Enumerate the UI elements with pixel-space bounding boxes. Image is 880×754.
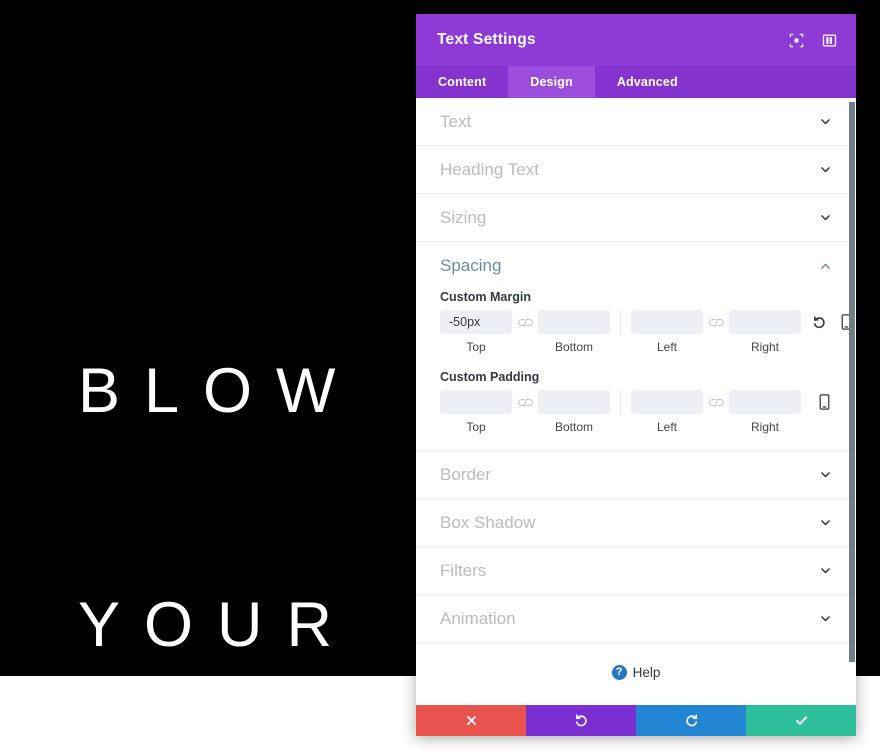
check-icon [795,716,807,725]
page-title: Text Settings [437,31,536,48]
broken-link-icon[interactable] [703,390,729,414]
margin-right-caption: Right [750,340,779,354]
tab-design[interactable]: Design [508,66,595,98]
margin-bottom-caption: Bottom [554,340,593,354]
margin-left-right-pair: Left Right [631,310,801,354]
margin-left-input[interactable] [631,310,703,334]
section-spacing-header[interactable]: Spacing [416,242,856,290]
panel-header: Text Settings [416,14,856,66]
hero-line-1: BLOW [78,356,360,426]
margin-right-input[interactable] [729,310,801,334]
focus-target-icon[interactable] [788,32,805,49]
help-row[interactable]: ? Help [416,643,856,704]
save-button[interactable] [746,705,856,736]
section-text-label: Text [440,111,472,131]
redo-icon [685,714,697,727]
padding-left-input[interactable] [631,390,703,414]
redo-button[interactable] [636,705,746,736]
margin-right-wrap: Right [729,310,801,354]
broken-link-icon[interactable] [512,310,538,334]
section-sizing[interactable]: Sizing [416,194,856,242]
padding-row-actions [806,390,832,414]
padding-top-input[interactable] [440,390,512,414]
panel-layout-icon[interactable] [821,32,838,49]
responsive-device-icon[interactable] [816,393,832,411]
tab-content[interactable]: Content [416,66,508,98]
help-label[interactable]: Help [633,665,661,680]
section-border-label: Border [440,464,492,484]
custom-padding-group: Custom Padding Top Bottom Left Right [416,370,856,434]
section-spacing-label: Spacing [440,256,502,275]
section-box-shadow[interactable]: Box Shadow [416,499,856,547]
broken-link-icon[interactable] [703,310,729,334]
padding-top-wrap: Top [440,390,512,434]
panel-body: Text Heading Text Sizing Spacing Custom … [416,98,856,705]
padding-left-right-pair: Left Right [631,390,801,434]
margin-bottom-input[interactable] [538,310,610,334]
margin-top-input[interactable]: -50px [440,310,512,334]
section-heading-text-label: Heading Text [440,159,539,179]
padding-left-wrap: Left [631,390,703,434]
cancel-button[interactable] [416,705,526,736]
section-box-shadow-label: Box Shadow [440,512,536,532]
padding-top-caption: Top [466,420,486,434]
margin-top-wrap: -50px Top [440,310,512,354]
text-settings-panel: Text Settings Content Design Advanced Te… [416,14,856,736]
custom-margin-group: 1 Custom Margin -50px Top [416,290,856,354]
field-divider [620,310,621,336]
panel-bottom-filler [416,736,856,754]
margin-top-caption: Top [466,340,486,354]
margin-bottom-wrap: Bottom [538,310,610,354]
chevron-down-icon [818,115,832,129]
section-text[interactable]: Text [416,98,856,146]
margin-left-wrap: Left [631,310,703,354]
section-filters[interactable]: Filters [416,547,856,595]
section-heading-text[interactable]: Heading Text [416,146,856,194]
padding-right-caption: Right [750,420,779,434]
field-divider [620,390,621,416]
custom-margin-row: -50px Top Bottom Left Right [440,310,851,354]
margin-left-caption: Left [656,340,677,354]
undo-button[interactable] [526,705,636,736]
padding-top-bottom-pair: Top Bottom [440,390,610,434]
custom-margin-label: Custom Margin [440,290,531,304]
chevron-down-icon [818,612,832,626]
padding-right-wrap: Right [729,390,801,434]
close-icon [466,716,476,725]
section-spacing: Spacing 1 Custom Margin -50px Top [416,242,856,451]
app-root: BLOW YOUR MIND Text Settings [0,0,880,754]
custom-padding-row: Top Bottom Left Right [440,390,832,434]
question-mark-icon: ? [611,665,627,680]
padding-bottom-input[interactable] [538,390,610,414]
chevron-up-icon [818,259,832,273]
panel-scrollbar-track[interactable] [849,98,856,705]
padding-bottom-caption: Bottom [554,420,593,434]
section-filters-label: Filters [440,560,487,580]
tab-advanced[interactable]: Advanced [595,66,700,98]
panel-scrollbar-thumb[interactable] [849,102,855,662]
section-animation-label: Animation [440,608,516,628]
section-animation[interactable]: Animation [416,595,856,643]
margin-row-actions [801,310,854,334]
reset-icon[interactable] [811,313,827,331]
panel-header-actions [788,32,838,49]
section-sizing-label: Sizing [440,207,487,227]
chevron-down-icon [818,163,832,177]
padding-right-input[interactable] [729,390,801,414]
chevron-down-icon [818,468,832,482]
chevron-down-icon [818,564,832,578]
margin-top-bottom-pair: -50px Top Bottom [440,310,610,354]
padding-bottom-wrap: Bottom [538,390,610,434]
section-border[interactable]: Border [416,451,856,499]
chevron-down-icon [818,211,832,225]
custom-padding-label: Custom Padding [440,370,540,384]
hero-line-2: YOUR [78,590,357,660]
broken-link-icon[interactable] [512,390,538,414]
chevron-down-icon [818,516,832,530]
undo-icon [575,714,587,727]
hero-heading: BLOW YOUR MIND [78,196,338,754]
panel-tabs: Content Design Advanced [416,66,856,98]
panel-action-bar [416,705,856,736]
padding-left-caption: Left [656,420,677,434]
